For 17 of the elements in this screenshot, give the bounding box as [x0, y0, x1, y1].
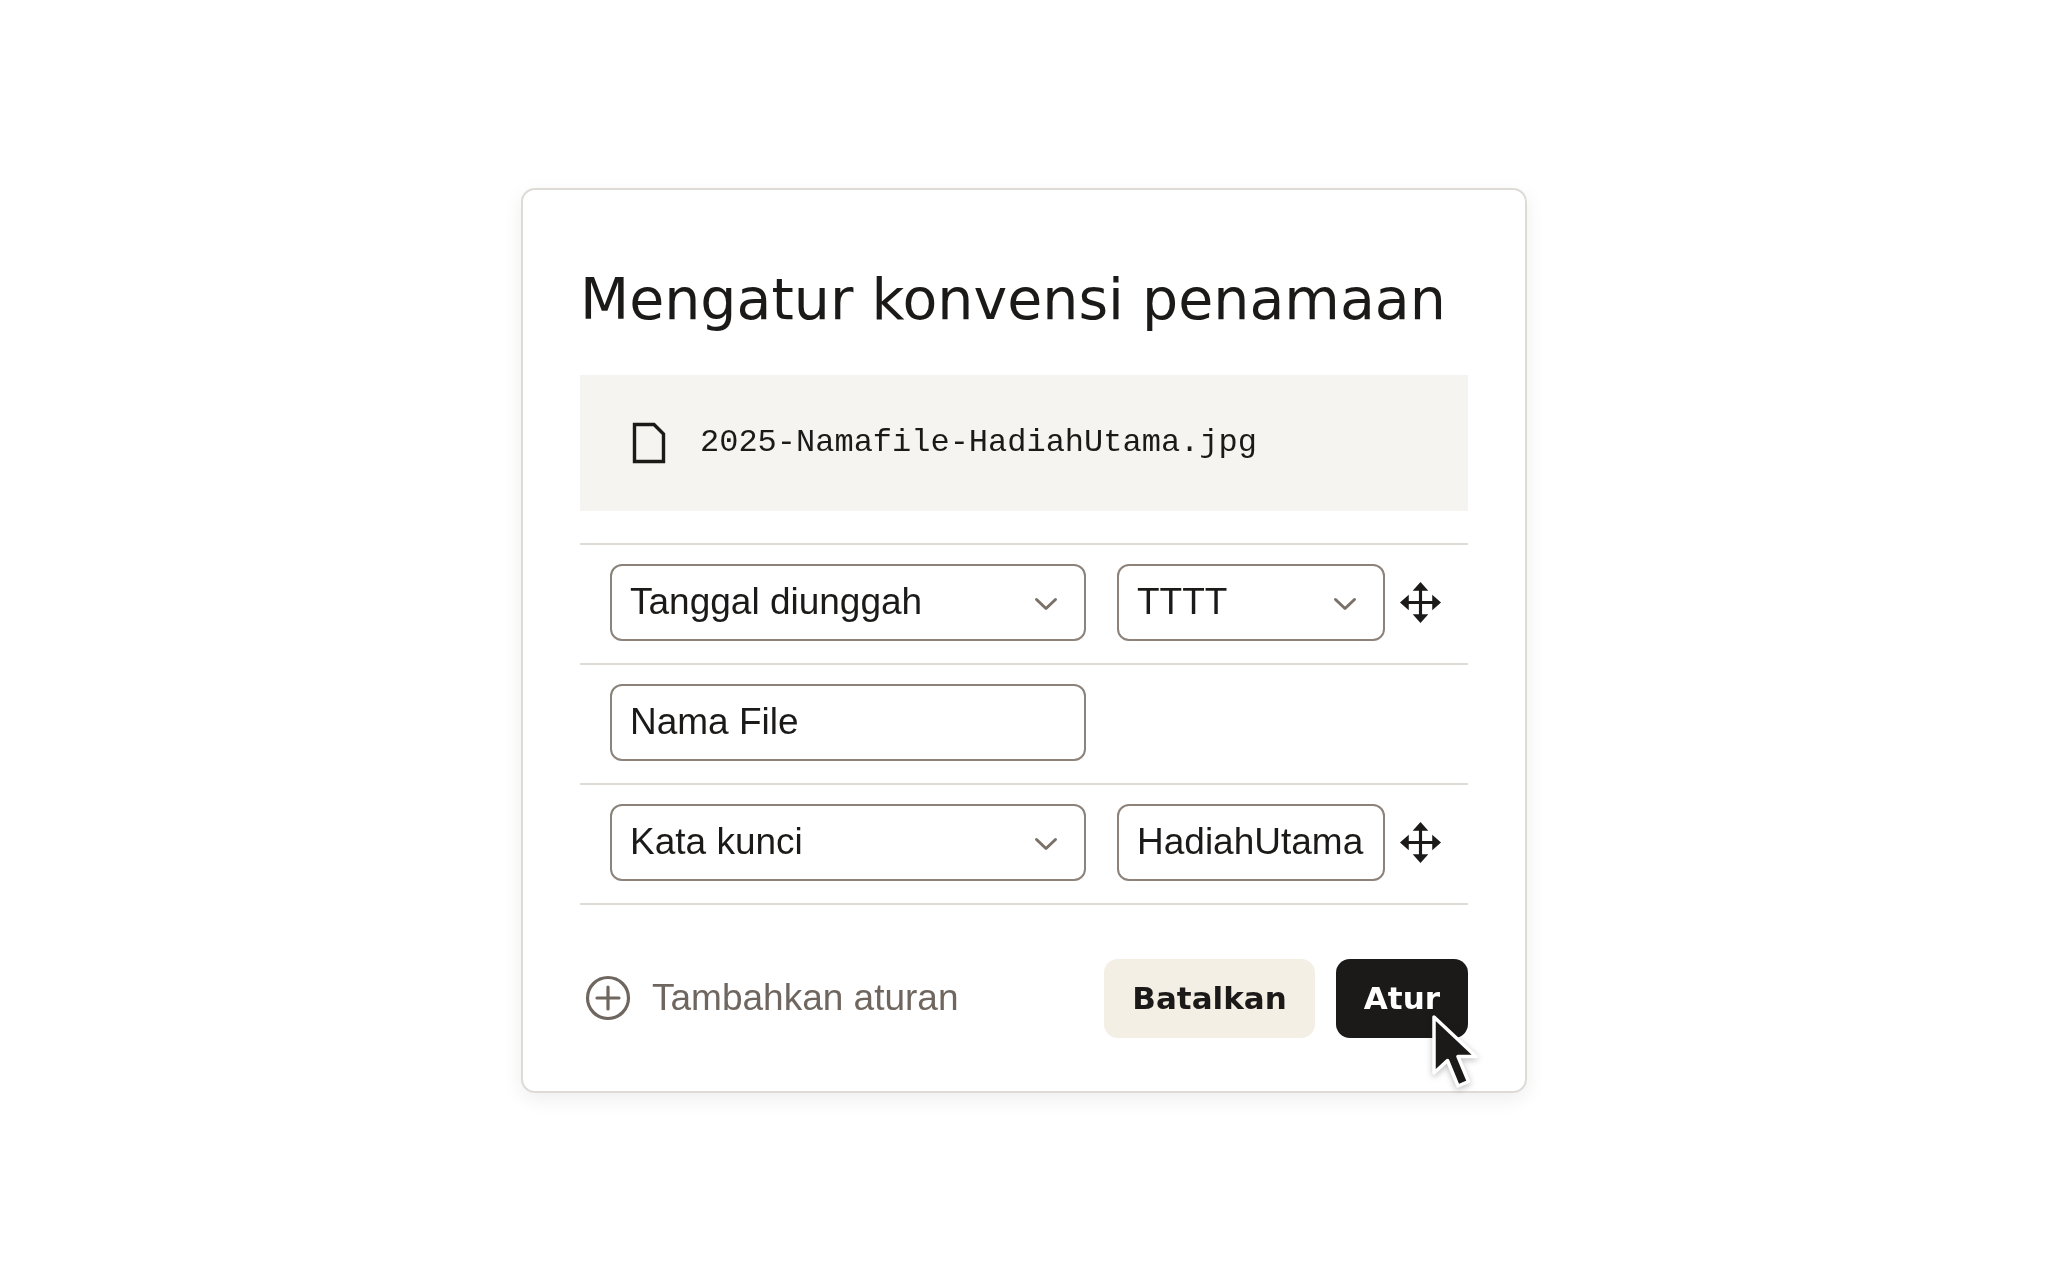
text-field[interactable]: Nama File	[610, 683, 1086, 761]
chevron-down-icon	[1034, 837, 1058, 851]
text-field[interactable]: HadiahUtama	[1117, 803, 1385, 881]
chevron-down-icon	[1034, 597, 1058, 611]
primary-button[interactable]: Atur	[1335, 958, 1468, 1038]
chevron-down-icon	[1333, 597, 1357, 611]
dropdown[interactable]: Tanggal diunggah	[610, 563, 1086, 641]
file-icon	[632, 421, 666, 464]
move-icon[interactable]	[1399, 580, 1442, 624]
plus-circle-icon	[585, 975, 631, 1021]
filename-text: 2025-Namafile-HadiahUtama.jpg	[700, 424, 1257, 461]
dropdown[interactable]: TTTT	[1117, 563, 1385, 641]
dropdown[interactable]: Kata kunci	[610, 803, 1086, 881]
dialog-title: Mengatur konvensi penamaan	[580, 264, 1447, 333]
add-rule-button[interactable]: Tambahkan aturan	[585, 975, 959, 1021]
secondary-button[interactable]: Batalkan	[1104, 958, 1315, 1038]
move-icon[interactable]	[1399, 820, 1442, 864]
